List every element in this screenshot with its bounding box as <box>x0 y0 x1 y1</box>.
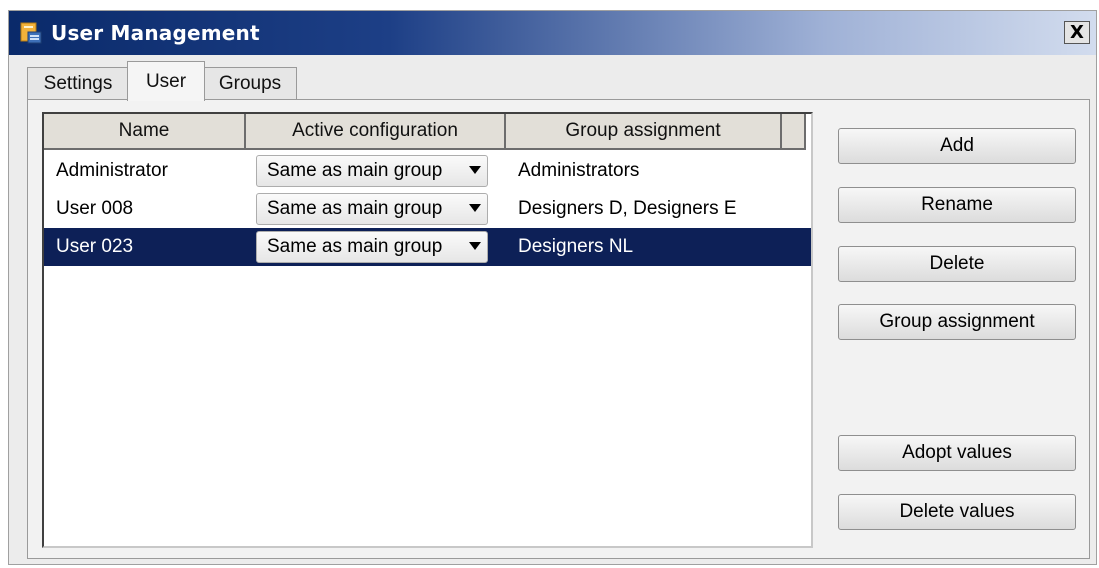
table-row[interactable]: Administrator Same as main group Adminis… <box>44 152 811 190</box>
column-header-group-assignment[interactable]: Group assignment <box>506 114 782 150</box>
dropdown-value: Same as main group <box>267 236 443 257</box>
active-configuration-dropdown[interactable]: Same as main group <box>256 193 488 225</box>
user-name: User 023 <box>56 236 134 257</box>
group-assignment-button[interactable]: Group assignment <box>838 304 1076 340</box>
table-row[interactable]: User 008 Same as main group Designers D,… <box>44 190 811 228</box>
delete-button[interactable]: Delete <box>838 246 1076 282</box>
tab-user[interactable]: User <box>127 61 205 101</box>
table-header: Name Active configuration Group assignme… <box>44 114 811 150</box>
user-panel: Name Active configuration Group assignme… <box>27 99 1090 559</box>
dropdown-value: Same as main group <box>267 160 443 181</box>
group-assignment-value: Designers D, Designers E <box>518 198 737 219</box>
user-management-window: User Management X Settings User Groups N… <box>8 10 1097 565</box>
user-table: Name Active configuration Group assignme… <box>42 112 813 548</box>
column-header-name[interactable]: Name <box>44 114 246 150</box>
column-header-active-configuration[interactable]: Active configuration <box>246 114 506 150</box>
group-assignment-value: Administrators <box>518 160 640 181</box>
user-name: User 008 <box>56 198 134 219</box>
tab-groups[interactable]: Groups <box>203 67 297 99</box>
dropdown-value: Same as main group <box>267 198 443 219</box>
chevron-down-icon <box>469 204 481 212</box>
delete-values-button[interactable]: Delete values <box>838 494 1076 530</box>
adopt-values-button[interactable]: Adopt values <box>838 435 1076 471</box>
chevron-down-icon <box>469 166 481 174</box>
close-icon: X <box>1070 22 1084 43</box>
active-configuration-dropdown[interactable]: Same as main group <box>256 155 488 187</box>
table-row-selected[interactable]: User 023 Same as main group Designers NL <box>44 228 811 266</box>
user-name: Administrator <box>56 160 168 181</box>
user-management-icon <box>20 22 42 44</box>
title-bar[interactable]: User Management X <box>9 11 1096 55</box>
add-button[interactable]: Add <box>838 128 1076 164</box>
column-header-filler <box>782 114 806 150</box>
chevron-down-icon <box>469 242 481 250</box>
rename-button[interactable]: Rename <box>838 187 1076 223</box>
active-configuration-dropdown[interactable]: Same as main group <box>256 231 488 263</box>
group-assignment-value: Designers NL <box>518 236 634 257</box>
tab-settings[interactable]: Settings <box>27 67 129 99</box>
window-title: User Management <box>51 21 260 45</box>
close-button[interactable]: X <box>1064 21 1090 44</box>
